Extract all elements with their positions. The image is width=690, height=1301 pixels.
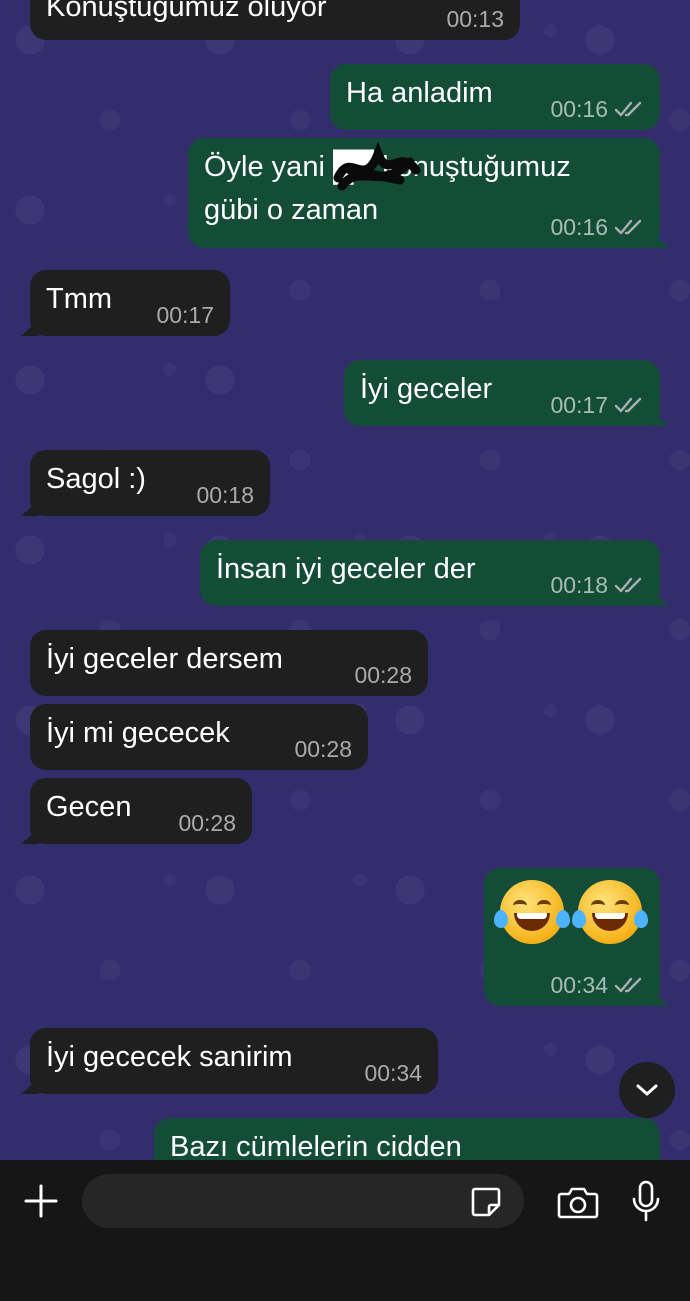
attach-button[interactable] xyxy=(18,1178,64,1224)
read-receipt-icon xyxy=(614,219,642,235)
message-bubble-incoming[interactable]: İyi mi gececek 00:28 xyxy=(30,704,368,770)
message-time: 00:18 xyxy=(196,482,254,508)
message-time: 00:28 xyxy=(178,810,236,836)
message-time: 00:34 xyxy=(364,1060,422,1086)
message-time: 00:13 xyxy=(446,6,504,32)
message-time: 00:17 xyxy=(156,302,214,328)
message-bubble-incoming[interactable]: Gecen 00:28 xyxy=(21,778,252,844)
message-bubble-outgoing[interactable]: İyi geceler 00:17 xyxy=(344,360,669,426)
read-receipt-icon xyxy=(614,397,642,413)
chat-area[interactable]: Konuştuğumuz oluyor 00:13 Ha anladim 00:… xyxy=(0,0,690,1160)
chevron-down-icon xyxy=(636,1084,658,1096)
message-text: İyi gececek sanirim xyxy=(46,1041,293,1073)
camera-icon xyxy=(557,1187,599,1219)
message-meta: 00:28 xyxy=(294,736,352,762)
plus-icon xyxy=(24,1184,58,1218)
message-time: 00:18 xyxy=(550,572,608,598)
message-meta: 00:28 xyxy=(354,662,412,688)
camera-button[interactable] xyxy=(554,1180,602,1224)
message-meta: 00:17 xyxy=(550,392,644,418)
read-receipt-icon xyxy=(614,577,642,593)
microphone-icon xyxy=(632,1180,660,1222)
message-bubble-outgoing[interactable]: Ha anladim 00:16 xyxy=(330,64,660,130)
message-bubble-outgoing[interactable]: Öyle yani █▀ konuştuğumuz gübi o zaman 0… xyxy=(188,138,669,248)
message-text: Ha anladim xyxy=(346,77,493,109)
message-time: 00:34 xyxy=(550,972,608,998)
message-text: İyi geceler xyxy=(360,373,493,405)
message-text: Sagol :) xyxy=(46,463,146,495)
message-meta: 00:34 xyxy=(364,1060,422,1086)
read-receipt-icon xyxy=(614,977,642,993)
face-with-tears-of-joy-icon xyxy=(572,880,648,944)
sticker-button[interactable] xyxy=(466,1182,506,1222)
message-bubble-incoming[interactable]: İyi geceler dersem 00:28 xyxy=(30,630,428,696)
message-meta: 00:18 xyxy=(550,572,644,598)
message-text: İnsan iyi geceler der xyxy=(216,553,476,585)
message-input[interactable] xyxy=(82,1174,524,1228)
message-meta: 00:13 xyxy=(446,6,504,32)
message-meta: 00:17 xyxy=(156,302,214,328)
message-bubble-incoming[interactable]: Konuştuğumuz oluyor 00:13 xyxy=(30,0,520,40)
message-bubble-outgoing[interactable]: Bazı cümlelerin cidden xyxy=(154,1118,660,1160)
message-bubble-outgoing-emoji[interactable]: 00:34 xyxy=(484,868,669,1006)
message-text: Tmm xyxy=(46,283,113,315)
message-time: 00:16 xyxy=(550,96,608,122)
message-text: Konuştuğumuz oluyor xyxy=(46,0,327,23)
message-text: İyi geceler dersem xyxy=(46,643,283,675)
redaction-scribble xyxy=(330,140,422,200)
message-meta: 00:16 xyxy=(550,96,644,122)
message-time: 00:17 xyxy=(550,392,608,418)
message-bubble-incoming[interactable]: Tmm 00:17 xyxy=(21,270,230,336)
message-text: Bazı cümlelerin cidden xyxy=(170,1131,462,1160)
sticker-icon xyxy=(471,1187,501,1217)
message-meta: 00:28 xyxy=(178,810,236,836)
emoji-row xyxy=(494,880,648,944)
message-meta: 00:34 xyxy=(550,972,644,998)
message-text: İyi mi gececek xyxy=(46,717,230,749)
message-time: 00:16 xyxy=(550,214,608,240)
message-meta: 00:16 xyxy=(550,214,644,240)
message-meta: 00:18 xyxy=(196,482,254,508)
message-input-bar xyxy=(0,1160,690,1301)
message-time: 00:28 xyxy=(354,662,412,688)
read-receipt-icon xyxy=(614,101,642,117)
message-text: Gecen xyxy=(46,791,132,823)
message-bubble-incoming[interactable]: Sagol :) 00:18 xyxy=(21,450,270,516)
message-time: 00:28 xyxy=(294,736,352,762)
message-bubble-incoming[interactable]: İyi gececek sanirim 00:34 xyxy=(21,1028,438,1094)
face-with-tears-of-joy-icon xyxy=(494,880,570,944)
message-bubble-outgoing[interactable]: İnsan iyi geceler der 00:18 xyxy=(200,540,669,606)
scroll-to-bottom-button[interactable] xyxy=(619,1062,675,1118)
voice-message-button[interactable] xyxy=(626,1176,666,1226)
